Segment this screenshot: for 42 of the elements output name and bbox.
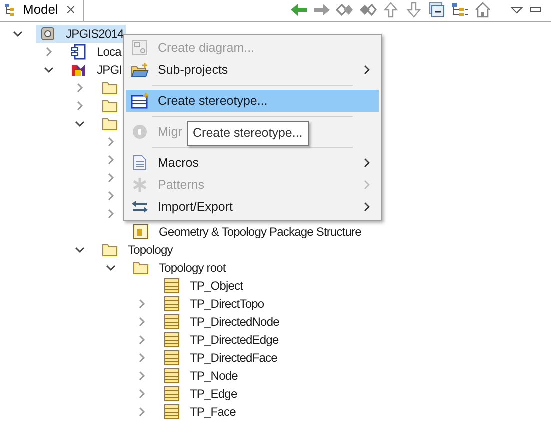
tree-view-icon[interactable] [451, 2, 469, 18]
folder-icon [102, 243, 118, 257]
folder-icon [102, 117, 118, 131]
class-icon [164, 278, 180, 294]
down-arrow-icon[interactable] [405, 2, 423, 18]
view-tab[interactable]: Model ⨯ [0, 0, 84, 21]
diagram-icon [133, 224, 149, 240]
diamonds-icon[interactable] [359, 2, 377, 18]
folder-icon [133, 261, 149, 275]
tab-title: Model [23, 1, 58, 20]
diamonds-icon[interactable] [336, 2, 354, 18]
class-icon [164, 404, 180, 420]
home-icon[interactable] [474, 2, 492, 18]
diagram-icon [132, 40, 148, 56]
tree-item[interactable]: JPGIS2014 [36, 25, 126, 43]
document-icon [133, 155, 147, 171]
menu-item[interactable]: Import/Export [126, 196, 379, 218]
forward-arrow-icon[interactable] [313, 2, 331, 18]
up-arrow-icon[interactable] [382, 2, 400, 18]
class-icon [164, 350, 180, 366]
class-icon [164, 296, 180, 312]
close-icon[interactable]: ⨯ [65, 0, 76, 20]
minimize-icon[interactable] [529, 5, 543, 15]
dropdown-icon[interactable] [510, 5, 524, 15]
tooltip: Create stereotype... [187, 121, 309, 146]
menu-item[interactable]: Macros [126, 152, 379, 174]
folder-icon [102, 99, 118, 113]
snowflake-icon [132, 177, 148, 193]
menu-item[interactable]: Create stereotype... [126, 90, 379, 112]
folder-icon [131, 62, 149, 78]
cube-icon [71, 62, 87, 78]
two-way-arrow-icon [131, 200, 149, 214]
class-icon [164, 314, 180, 330]
stereotype-icon [131, 93, 149, 109]
collapse-all-icon[interactable] [428, 2, 446, 18]
folder-icon [102, 81, 118, 95]
class-icon [164, 332, 180, 348]
menu-item[interactable]: Sub-projects [126, 59, 379, 81]
class-icon [164, 368, 180, 384]
component-icon [71, 44, 87, 60]
back-arrow-icon[interactable] [290, 2, 308, 18]
class-icon [164, 386, 180, 402]
